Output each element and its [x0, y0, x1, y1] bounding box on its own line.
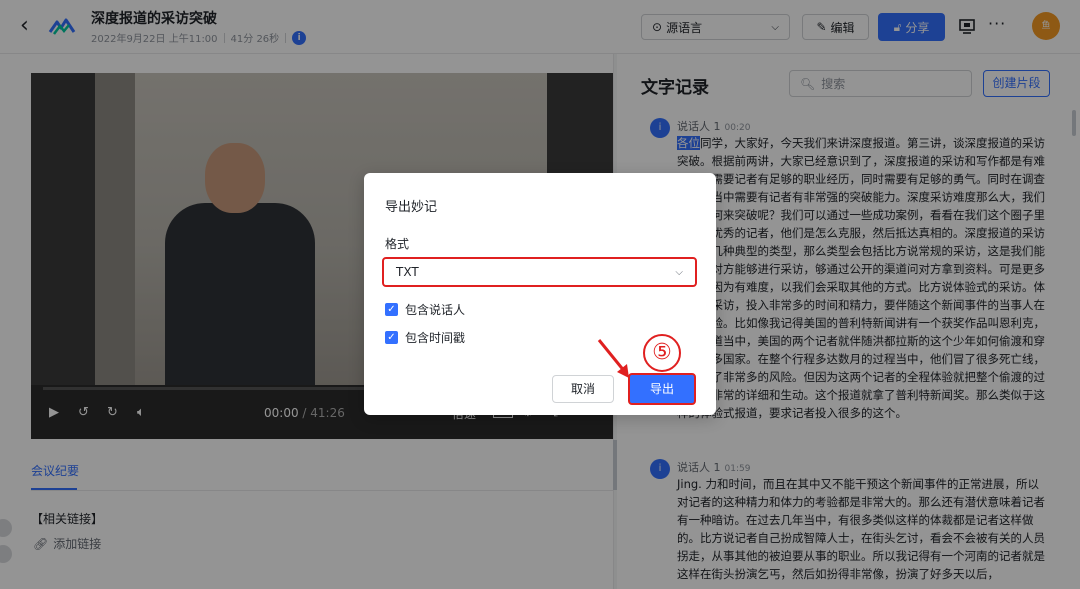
format-select[interactable]: TXT ⌵	[382, 257, 697, 287]
dialog-title: 导出妙记	[385, 200, 438, 215]
red-arrow-annotation	[597, 339, 629, 378]
step-number-annotation: ⑤	[643, 334, 681, 372]
format-label: 格式	[385, 237, 410, 251]
check-icon: ✓	[385, 303, 398, 316]
include-timestamp-label: 包含时间戳	[405, 331, 466, 345]
export-button[interactable]: 导出	[628, 373, 696, 405]
include-timestamp-checkbox[interactable]: ✓ 包含时间戳	[385, 329, 465, 346]
export-dialog: 导出妙记 格式 TXT ⌵ ✓ 包含说话人 ✓ 包含时间戳 取消 导出	[364, 173, 716, 415]
include-speaker-checkbox[interactable]: ✓ 包含说话人	[385, 301, 465, 318]
check-icon: ✓	[385, 331, 398, 344]
include-speaker-label: 包含说话人	[405, 303, 466, 317]
chevron-down-icon: ⌵	[675, 266, 683, 278]
format-select-value: TXT	[396, 265, 419, 279]
